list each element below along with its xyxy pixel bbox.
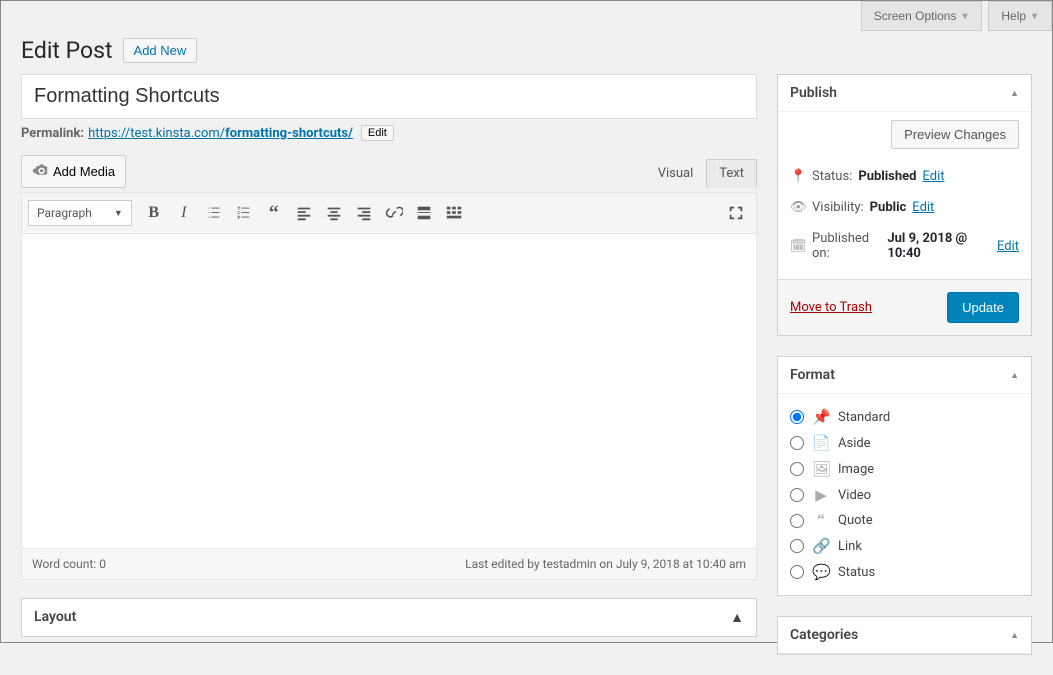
update-button[interactable]: Update xyxy=(947,292,1019,323)
unordered-list-button[interactable] xyxy=(200,199,228,227)
chevron-down-icon: ▼ xyxy=(114,208,123,219)
permalink-row: Permalink: https://test.kinsta.com/forma… xyxy=(21,125,757,141)
permalink-edit-button[interactable]: Edit xyxy=(361,125,394,141)
format-option-aside[interactable]: 📄Aside xyxy=(790,430,1019,456)
add-media-button[interactable]: Add Media xyxy=(21,155,126,188)
chevron-up-icon: ▲ xyxy=(1010,630,1019,641)
format-panel-header[interactable]: Format▲ xyxy=(778,357,1031,394)
align-right-button[interactable] xyxy=(350,199,378,227)
publish-panel-header[interactable]: Publish▲ xyxy=(778,75,1031,112)
screen-options-button[interactable]: Screen Options▼ xyxy=(861,1,983,31)
chevron-down-icon: ▼ xyxy=(960,11,969,21)
editor-toolbar: Paragraph▼ B I “ xyxy=(21,192,757,234)
eye-icon: 👁 xyxy=(790,200,806,215)
chevron-down-icon: ▼ xyxy=(1030,11,1039,21)
tab-visual[interactable]: Visual xyxy=(645,159,707,188)
toolbar-toggle-button[interactable] xyxy=(440,199,468,227)
calendar-icon: 🗓 xyxy=(790,239,806,254)
add-new-button[interactable]: Add New xyxy=(123,38,198,63)
last-edited: Last edited by testadmin on July 9, 2018… xyxy=(465,557,746,571)
pin-icon: 📍 xyxy=(790,169,806,184)
edit-visibility-link[interactable]: Edit xyxy=(912,200,934,215)
camera-icon xyxy=(32,162,48,181)
status-icon: 💬 xyxy=(812,563,830,581)
page-title: Edit Post xyxy=(21,37,113,64)
align-center-button[interactable] xyxy=(320,199,348,227)
bold-button[interactable]: B xyxy=(140,199,168,227)
ordered-list-button[interactable] xyxy=(230,199,258,227)
format-option-standard[interactable]: 📌Standard xyxy=(790,404,1019,430)
edit-status-link[interactable]: Edit xyxy=(922,169,944,184)
preview-changes-button[interactable]: Preview Changes xyxy=(891,120,1019,149)
paragraph-dropdown[interactable]: Paragraph▼ xyxy=(28,200,132,226)
format-option-video[interactable]: ▶Video xyxy=(790,482,1019,508)
move-to-trash-link[interactable]: Move to Trash xyxy=(790,300,872,315)
aside-icon: 📄 xyxy=(812,434,830,452)
permalink-link[interactable]: https://test.kinsta.com/formatting-short… xyxy=(88,126,353,141)
format-option-image[interactable]: 🖼Image xyxy=(790,456,1019,482)
read-more-button[interactable] xyxy=(410,199,438,227)
edit-date-link[interactable]: Edit xyxy=(997,239,1019,254)
fullscreen-button[interactable] xyxy=(722,199,750,227)
link-icon: 🔗 xyxy=(812,537,830,555)
quote-icon: “ xyxy=(812,512,830,529)
chevron-up-icon: ▲ xyxy=(730,609,744,626)
help-button[interactable]: Help▼ xyxy=(988,1,1052,31)
layout-panel-header[interactable]: Layout▲ xyxy=(22,599,756,636)
format-option-quote[interactable]: “Quote xyxy=(790,508,1019,533)
align-left-button[interactable] xyxy=(290,199,318,227)
editor-content[interactable] xyxy=(21,234,757,549)
chevron-up-icon: ▲ xyxy=(1010,88,1019,99)
chevron-up-icon: ▲ xyxy=(1010,370,1019,381)
image-icon: 🖼 xyxy=(812,460,830,478)
video-icon: ▶ xyxy=(812,486,830,504)
format-option-link[interactable]: 🔗Link xyxy=(790,533,1019,559)
tab-text[interactable]: Text xyxy=(706,159,757,188)
italic-button[interactable]: I xyxy=(170,199,198,227)
standard-icon: 📌 xyxy=(812,408,830,426)
format-option-status[interactable]: 💬Status xyxy=(790,559,1019,585)
categories-panel-header[interactable]: Categories▲ xyxy=(778,617,1031,654)
word-count: Word count: 0 xyxy=(32,557,106,571)
post-title-input[interactable] xyxy=(21,74,757,119)
blockquote-button[interactable]: “ xyxy=(260,199,288,227)
link-button[interactable] xyxy=(380,199,408,227)
permalink-label: Permalink: xyxy=(21,126,84,141)
